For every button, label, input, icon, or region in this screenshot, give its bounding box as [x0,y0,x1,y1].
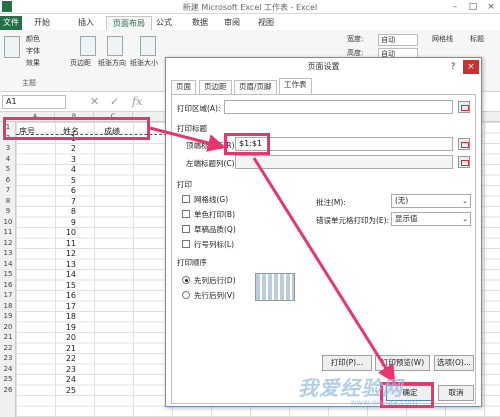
arrow-to-top-rows [149,126,226,152]
arrow-to-ok [252,157,396,384]
annotation-arrows [149,126,396,384]
watermark-url: www.wanaa.com [350,398,418,407]
watermark-logo: 我爱经验网 [298,376,403,400]
